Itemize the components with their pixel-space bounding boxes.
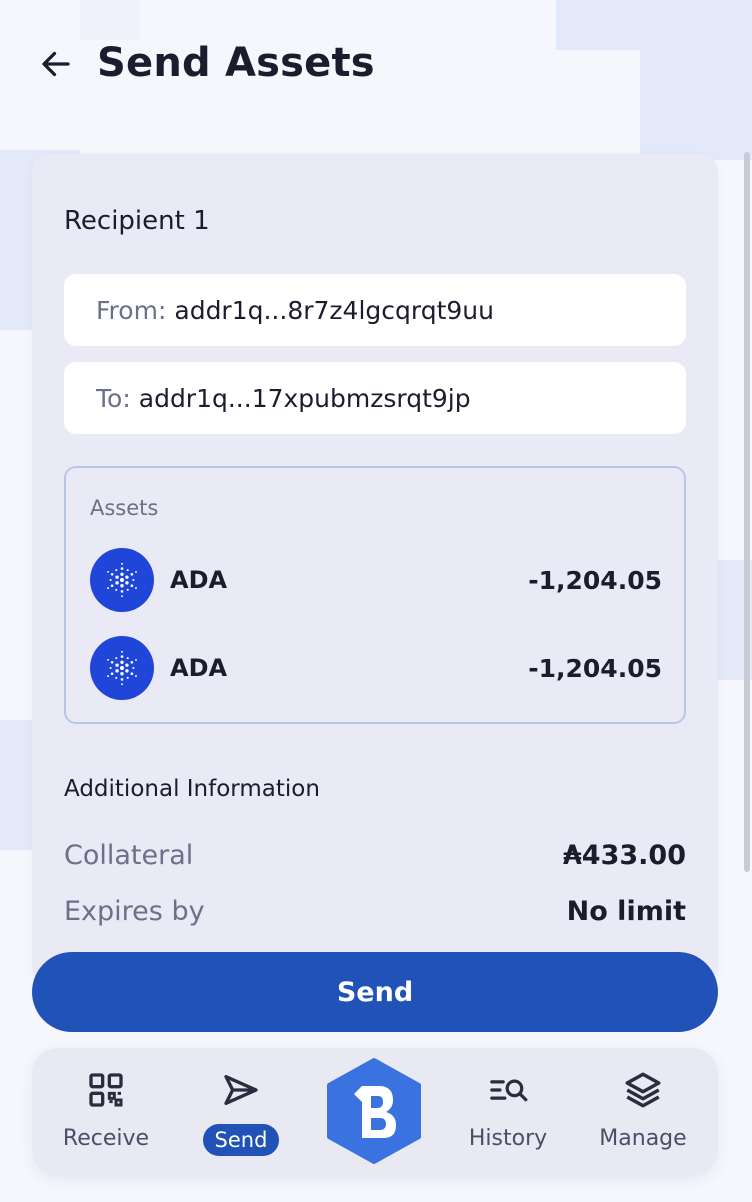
collateral-row: Collateral ₳433.00 <box>64 840 686 871</box>
app-logo-button[interactable] <box>324 1058 424 1164</box>
from-address-field[interactable]: From: addr1q...8r7z4lgcqrqt9uu <box>64 274 686 346</box>
asset-name: ADA <box>170 654 228 682</box>
nav-send-label: Send <box>202 1124 280 1156</box>
arrow-left-icon <box>38 46 74 86</box>
asset-amount: -1,204.05 <box>528 565 662 595</box>
nav-manage[interactable]: Manage <box>583 1048 703 1176</box>
asset-amount: -1,204.05 <box>528 653 662 683</box>
collateral-value: ₳433.00 <box>563 840 686 871</box>
back-button[interactable] <box>36 46 76 86</box>
expires-row: Expires by No limit <box>64 896 686 927</box>
additional-info-title: Additional Information <box>64 776 320 802</box>
header: Send Assets <box>0 0 752 130</box>
to-label: To: <box>96 383 131 413</box>
to-address-value: addr1q...17xpubmzsrqt9jp <box>138 383 471 413</box>
nav-history-label: History <box>468 1126 548 1151</box>
nav-history[interactable]: History <box>448 1048 568 1176</box>
collateral-label: Collateral <box>64 840 194 871</box>
send-button[interactable]: Send <box>32 952 718 1032</box>
asset-row: ADA -1,204.05 <box>90 548 662 612</box>
nav-send[interactable]: Send <box>181 1048 301 1176</box>
history-search-icon <box>486 1068 530 1112</box>
asset-name: ADA <box>170 566 228 594</box>
layers-icon <box>621 1068 665 1112</box>
asset-row: ADA -1,204.05 <box>90 636 662 700</box>
cardano-icon <box>90 636 154 700</box>
scrollbar[interactable] <box>744 152 750 872</box>
send-icon <box>219 1068 263 1112</box>
expires-label: Expires by <box>64 896 205 927</box>
nav-receive[interactable]: Receive <box>46 1048 166 1176</box>
assets-title: Assets <box>90 496 159 520</box>
from-label: From: <box>96 295 167 325</box>
nav-receive-label: Receive <box>62 1126 150 1151</box>
cardano-icon <box>90 548 154 612</box>
nav-manage-label: Manage <box>599 1126 687 1151</box>
bottom-nav: Receive Send History Manage <box>32 1048 718 1176</box>
to-address-field[interactable]: To: addr1q...17xpubmzsrqt9jp <box>64 362 686 434</box>
recipient-title: Recipient 1 <box>64 206 210 236</box>
page-title: Send Assets <box>97 40 375 86</box>
from-address-value: addr1q...8r7z4lgcqrqt9uu <box>174 295 494 325</box>
app-logo-icon <box>327 1058 421 1164</box>
recipient-card: Recipient 1 From: addr1q...8r7z4lgcqrqt9… <box>32 154 718 984</box>
assets-box: Assets ADA -1,204.05 ADA -1,204.05 <box>64 466 686 724</box>
expires-value: No limit <box>566 896 686 927</box>
qr-code-icon <box>84 1068 128 1112</box>
